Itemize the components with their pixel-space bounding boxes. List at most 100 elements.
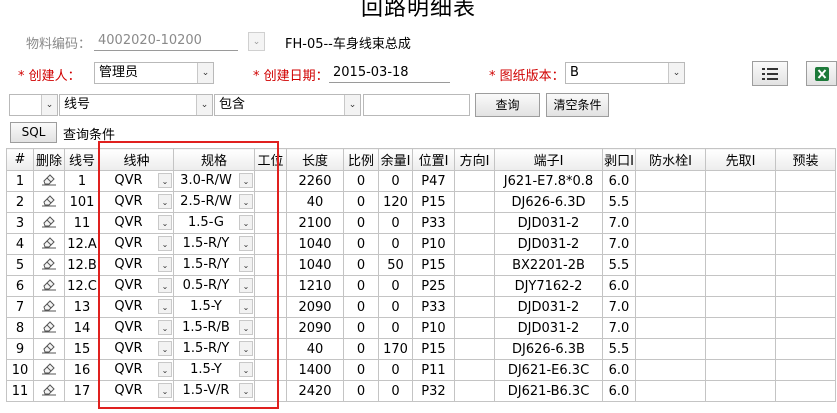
line-number-cell[interactable]: 11 (64, 212, 100, 234)
seal-cell[interactable] (635, 338, 706, 360)
strip-cell[interactable]: 7.0 (602, 212, 636, 234)
create-date-field[interactable]: 2015-03-18 (329, 63, 450, 83)
seal-cell[interactable] (635, 212, 706, 234)
station-cell[interactable] (254, 212, 287, 234)
length-cell[interactable]: 2420 (286, 380, 344, 402)
line-number-cell[interactable]: 15 (64, 338, 100, 360)
ratio-cell[interactable]: 0 (343, 338, 379, 360)
table-row[interactable]: 9 15 QVR ⌄ 1.5-R/Y ⌄ 40 0 170 P15 DJ626-6.3B 5.5 (6, 338, 836, 360)
station-cell[interactable] (254, 170, 287, 192)
wire-type-cell[interactable]: QVR ⌄ (99, 170, 174, 192)
preload-cell[interactable] (775, 233, 836, 255)
creator-select[interactable]: 管理员 ⌄ (94, 62, 214, 84)
strip-cell[interactable]: 6.0 (602, 380, 636, 402)
length-cell[interactable]: 2090 (286, 296, 344, 318)
position-cell[interactable]: P32 (412, 380, 455, 402)
length-cell[interactable]: 1210 (286, 275, 344, 297)
delete-cell[interactable] (33, 296, 65, 318)
delete-cell[interactable] (33, 275, 65, 297)
strip-cell[interactable]: 5.5 (602, 338, 636, 360)
terminal-cell[interactable]: DJY7162-2 (494, 275, 603, 297)
spec-cell[interactable]: 1.5-R/B ⌄ (173, 317, 255, 339)
column-header[interactable]: # (6, 148, 34, 171)
wire-type-cell-dropdown[interactable]: QVR ⌄ (101, 256, 173, 275)
sql-button[interactable]: SQL (10, 122, 57, 143)
column-header[interactable]: 长度 (286, 148, 344, 171)
wire-type-cell[interactable]: QVR ⌄ (99, 359, 174, 381)
position-cell[interactable]: P10 (412, 233, 455, 255)
length-cell[interactable]: 40 (286, 338, 344, 360)
pre-take-cell[interactable] (705, 275, 776, 297)
wire-type-cell-dropdown[interactable]: QVR ⌄ (101, 361, 173, 380)
station-cell[interactable] (254, 233, 287, 255)
wire-type-cell-dropdown[interactable]: QVR ⌄ (101, 319, 173, 338)
line-number-cell[interactable]: 1 (64, 170, 100, 192)
chevron-down-icon[interactable]: ⌄ (668, 63, 684, 83)
eraser-icon[interactable] (41, 320, 57, 333)
line-number-cell[interactable]: 101 (64, 191, 100, 213)
margin-cell[interactable]: 0 (378, 296, 413, 318)
column-header[interactable]: 端子I (494, 148, 603, 171)
strip-cell[interactable]: 5.5 (602, 191, 636, 213)
position-cell[interactable]: P15 (412, 338, 455, 360)
eraser-icon[interactable] (41, 257, 57, 270)
spec-cell-dropdown[interactable]: 1.5-R/Y ⌄ (175, 340, 254, 359)
direction-cell[interactable] (454, 170, 495, 192)
table-row[interactable]: 1 1 QVR ⌄ 3.0-R/W ⌄ 2260 0 0 P47 J621-E7.8*0.8 6.0 (6, 170, 836, 192)
column-header[interactable]: 工位 (254, 148, 287, 171)
spec-cell[interactable]: 2.5-R/W ⌄ (173, 191, 255, 213)
spec-cell-dropdown[interactable]: 1.5-V/R ⌄ (175, 382, 254, 401)
wire-type-cell-dropdown[interactable]: QVR ⌄ (101, 214, 173, 233)
chevron-down-icon[interactable]: ⌄ (239, 194, 253, 209)
ratio-cell[interactable]: 0 (343, 191, 379, 213)
terminal-cell[interactable]: DJD031-2 (494, 296, 603, 318)
pre-take-cell[interactable] (705, 338, 776, 360)
table-row[interactable]: 3 11 QVR ⌄ 1.5-G ⌄ 2100 0 0 P33 DJD031-2 7.0 (6, 212, 836, 234)
wire-type-cell[interactable]: QVR ⌄ (99, 338, 174, 360)
wire-type-cell-dropdown[interactable]: QVR ⌄ (101, 235, 173, 254)
line-number-cell[interactable]: 17 (64, 380, 100, 402)
margin-cell[interactable]: 0 (378, 359, 413, 381)
seal-cell[interactable] (635, 317, 706, 339)
chevron-down-icon[interactable]: ⌄ (344, 95, 360, 115)
direction-cell[interactable] (454, 233, 495, 255)
strip-cell[interactable]: 6.0 (602, 275, 636, 297)
margin-cell[interactable]: 0 (378, 275, 413, 297)
table-row[interactable]: 4 12.A QVR ⌄ 1.5-R/Y ⌄ 1040 0 0 P10 DJD031-2 7.0 (6, 233, 836, 255)
pre-take-cell[interactable] (705, 359, 776, 381)
chevron-down-icon[interactable]: ⌄ (158, 257, 172, 272)
chevron-down-icon[interactable]: ⌄ (158, 236, 172, 251)
terminal-cell[interactable]: DJ621-E6.3C (494, 359, 603, 381)
spec-cell-dropdown[interactable]: 1.5-R/B ⌄ (175, 319, 254, 338)
position-cell[interactable]: P15 (412, 191, 455, 213)
position-cell[interactable]: P33 (412, 296, 455, 318)
eraser-icon[interactable] (41, 278, 57, 291)
column-header[interactable]: 先取I (705, 148, 776, 171)
terminal-cell[interactable]: DJD031-2 (494, 233, 603, 255)
spec-cell-dropdown[interactable]: 1.5-Y ⌄ (175, 361, 254, 380)
chevron-down-icon[interactable]: ⌄ (41, 95, 57, 115)
spec-cell-dropdown[interactable]: 1.5-G ⌄ (175, 214, 254, 233)
field-select[interactable]: 线号 ⌄ (59, 94, 213, 116)
length-cell[interactable]: 2090 (286, 317, 344, 339)
station-cell[interactable] (254, 338, 287, 360)
table-row[interactable]: 2 101 QVR ⌄ 2.5-R/W ⌄ 40 0 120 P15 DJ626-6.3D 5.5 (6, 191, 836, 213)
station-cell[interactable] (254, 275, 287, 297)
table-row[interactable]: 7 13 QVR ⌄ 1.5-Y ⌄ 2090 0 0 P33 DJD031-2 7.0 (6, 296, 836, 318)
direction-cell[interactable] (454, 296, 495, 318)
direction-cell[interactable] (454, 359, 495, 381)
ratio-cell[interactable]: 0 (343, 170, 379, 192)
pre-take-cell[interactable] (705, 254, 776, 276)
pre-take-cell[interactable] (705, 212, 776, 234)
chevron-down-icon[interactable]: ⌄ (197, 63, 213, 83)
material-dropdown-button[interactable]: ⌄ (248, 32, 265, 51)
spec-cell-dropdown[interactable]: 1.5-R/Y ⌄ (175, 256, 254, 275)
chevron-down-icon[interactable]: ⌄ (158, 383, 172, 398)
wire-type-cell-dropdown[interactable]: QVR ⌄ (101, 277, 173, 296)
seal-cell[interactable] (635, 275, 706, 297)
eraser-icon[interactable] (41, 236, 57, 249)
delete-cell[interactable] (33, 317, 65, 339)
margin-cell[interactable]: 0 (378, 233, 413, 255)
seal-cell[interactable] (635, 380, 706, 402)
preload-cell[interactable] (775, 191, 836, 213)
